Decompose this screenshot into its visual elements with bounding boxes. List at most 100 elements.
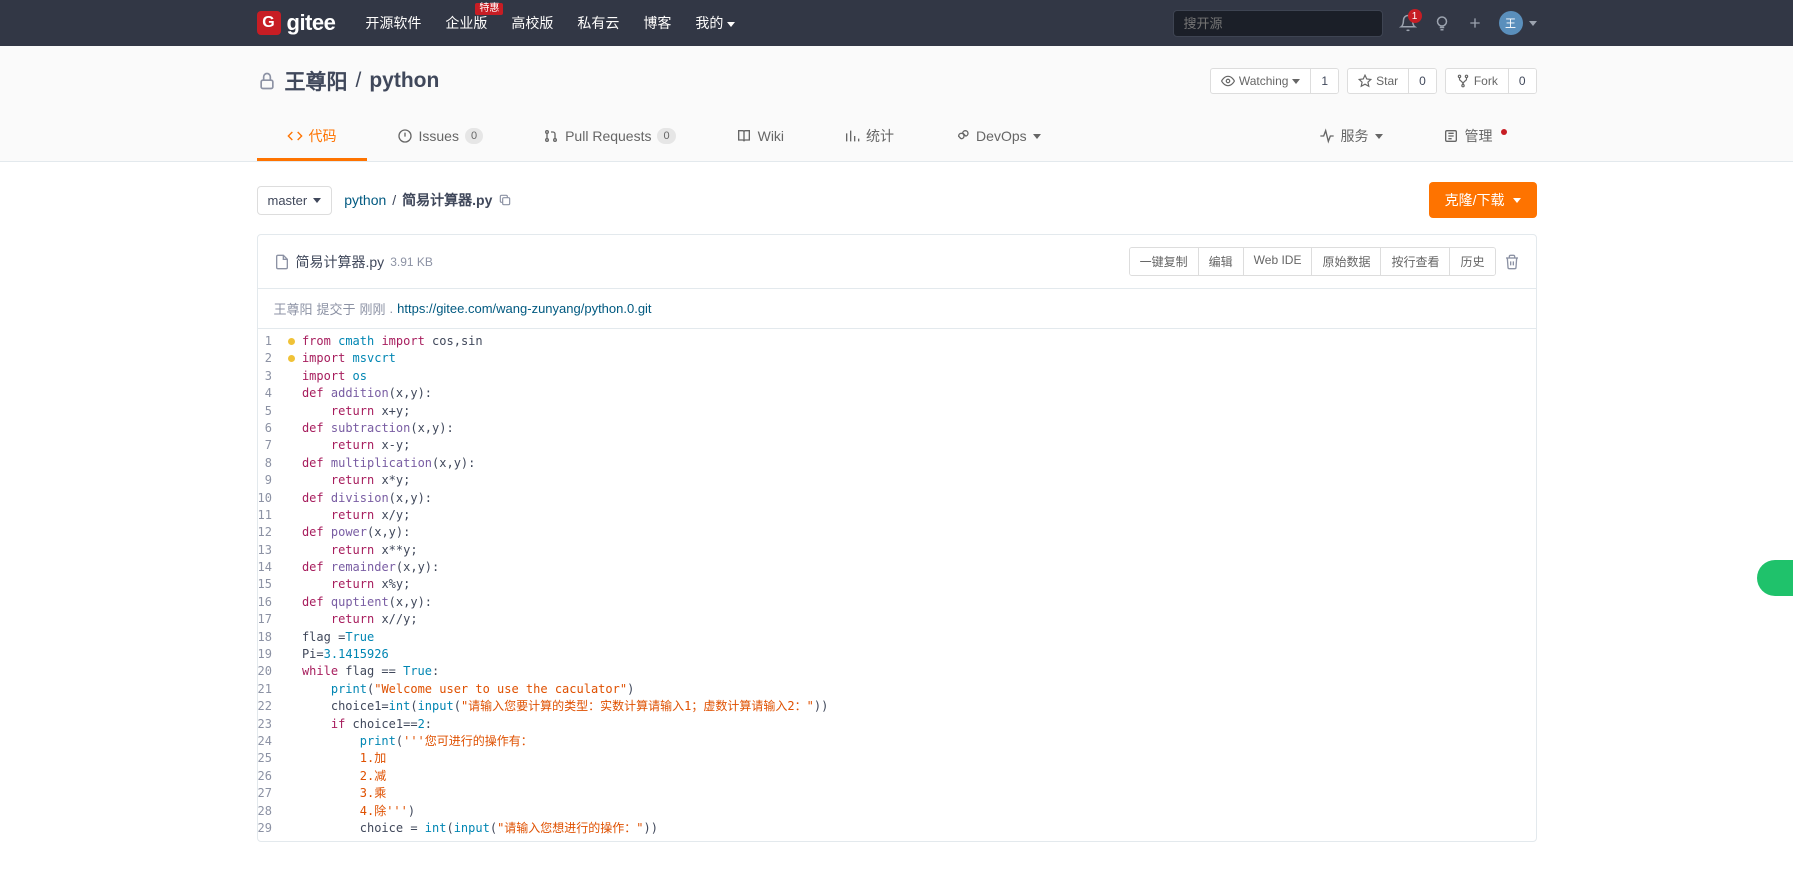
plus-icon[interactable] xyxy=(1467,15,1483,31)
tool-history[interactable]: 历史 xyxy=(1449,248,1494,275)
line-number[interactable]: 21 xyxy=(258,681,276,698)
code-line: from cmath import cos,sin xyxy=(286,333,1536,350)
nav-mine[interactable]: 我的 xyxy=(695,1,735,45)
chevron-down-icon xyxy=(1513,198,1521,203)
book-icon xyxy=(736,128,752,144)
code-line: def quptient(x,y): xyxy=(286,594,1536,611)
line-number[interactable]: 28 xyxy=(258,803,276,820)
chevron-down-icon xyxy=(1292,79,1300,84)
notifications-icon[interactable]: 1 xyxy=(1399,14,1417,32)
code-line: choice1=int(input("请输入您要计算的类型：实数计算请输入1；虚… xyxy=(286,698,1536,715)
line-number[interactable]: 13 xyxy=(258,542,276,559)
nav-private[interactable]: 私有云 xyxy=(577,1,619,45)
nav-enterprise[interactable]: 企业版 特惠 xyxy=(445,1,487,45)
tool-raw[interactable]: 原始数据 xyxy=(1311,248,1380,275)
copy-icon[interactable] xyxy=(498,193,512,207)
search-input[interactable] xyxy=(1173,10,1383,37)
line-number[interactable]: 19 xyxy=(258,646,276,663)
trash-icon[interactable] xyxy=(1504,254,1520,270)
line-number[interactable]: 23 xyxy=(258,716,276,733)
tab-service[interactable]: 服务 xyxy=(1289,114,1413,161)
tab-issues[interactable]: Issues0 xyxy=(367,114,514,161)
tab-wiki[interactable]: Wiki xyxy=(706,114,814,161)
line-number[interactable]: 10 xyxy=(258,490,276,507)
code-line: def power(x,y): xyxy=(286,524,1536,541)
tool-webide[interactable]: Web IDE xyxy=(1243,248,1312,275)
code-line: return x/y; xyxy=(286,507,1536,524)
line-number[interactable]: 9 xyxy=(258,472,276,489)
code-line: def remainder(x,y): xyxy=(286,559,1536,576)
breadcrumb-file: 简易计算器.py xyxy=(402,190,492,210)
tool-copy[interactable]: 一键复制 xyxy=(1130,248,1198,275)
notif-count-badge: 1 xyxy=(1408,9,1422,23)
nav-edu[interactable]: 高校版 xyxy=(511,1,553,45)
tab-code[interactable]: 代码 xyxy=(257,114,367,161)
path-separator: / xyxy=(356,69,362,93)
tab-stats[interactable]: 统计 xyxy=(814,114,924,161)
line-number[interactable]: 25 xyxy=(258,750,276,767)
repo-owner-link[interactable]: 王尊阳 xyxy=(285,66,348,96)
code-line: choice = int(input("请输入您想进行的操作：")) xyxy=(286,820,1536,837)
chevron-down-icon xyxy=(727,22,735,27)
feedback-fab[interactable] xyxy=(1757,560,1793,596)
line-number[interactable]: 5 xyxy=(258,403,276,420)
chevron-down-icon xyxy=(1529,21,1537,26)
code-line: while flag == True: xyxy=(286,663,1536,680)
line-number[interactable]: 27 xyxy=(258,785,276,802)
code-line: def subtraction(x,y): xyxy=(286,420,1536,437)
tool-edit[interactable]: 编辑 xyxy=(1198,248,1243,275)
tab-manage[interactable]: 管理 xyxy=(1413,114,1537,161)
code-line: Pi=3.1415926 xyxy=(286,646,1536,663)
line-number[interactable]: 4 xyxy=(258,385,276,402)
file-toolbar: 一键复制 编辑 Web IDE 原始数据 按行查看 历史 xyxy=(1129,247,1496,276)
line-number[interactable]: 6 xyxy=(258,420,276,437)
watch-button[interactable]: Watching 1 xyxy=(1210,68,1339,94)
code-content[interactable]: from cmath import cos,sinimport msvcrtim… xyxy=(286,329,1536,841)
pr-icon xyxy=(543,128,559,144)
tab-devops[interactable]: DevOps xyxy=(924,114,1071,161)
fork-button[interactable]: Fork 0 xyxy=(1445,68,1537,94)
line-number[interactable]: 17 xyxy=(258,611,276,628)
line-number[interactable]: 20 xyxy=(258,663,276,680)
branch-selector[interactable]: master xyxy=(257,186,333,215)
line-number[interactable]: 11 xyxy=(258,507,276,524)
code-line: import msvcrt xyxy=(286,350,1536,367)
code-line: def division(x,y): xyxy=(286,490,1536,507)
breadcrumb-root[interactable]: python xyxy=(344,192,386,208)
line-number[interactable]: 26 xyxy=(258,768,276,785)
code-line: flag =True xyxy=(286,629,1536,646)
line-number[interactable]: 24 xyxy=(258,733,276,750)
commit-url-link[interactable]: https://gitee.com/wang-zunyang/python.0.… xyxy=(397,301,651,316)
line-number[interactable]: 3 xyxy=(258,368,276,385)
line-number[interactable]: 2 xyxy=(258,350,276,367)
line-number[interactable]: 16 xyxy=(258,594,276,611)
line-number[interactable]: 18 xyxy=(258,629,276,646)
chevron-down-icon xyxy=(313,198,321,203)
line-number[interactable]: 12 xyxy=(258,524,276,541)
line-number[interactable]: 14 xyxy=(258,559,276,576)
line-number[interactable]: 8 xyxy=(258,455,276,472)
code-viewer: 1234567891011121314151617181920212223242… xyxy=(258,329,1536,841)
repo-name-link[interactable]: python xyxy=(369,69,439,93)
line-number[interactable]: 7 xyxy=(258,437,276,454)
tool-blame[interactable]: 按行查看 xyxy=(1380,248,1449,275)
tab-pr[interactable]: Pull Requests0 xyxy=(513,114,706,161)
line-number[interactable]: 22 xyxy=(258,698,276,715)
user-menu[interactable]: 王 xyxy=(1499,11,1537,35)
line-number[interactable]: 15 xyxy=(258,576,276,593)
line-number[interactable]: 1 xyxy=(258,333,276,350)
issues-count: 0 xyxy=(465,128,483,144)
bulb-icon[interactable] xyxy=(1433,14,1451,32)
logo-link[interactable]: G gitee xyxy=(257,10,336,36)
commit-time: 刚刚 xyxy=(360,299,386,318)
nav-opensource[interactable]: 开源软件 xyxy=(365,1,421,45)
nav-blog[interactable]: 博客 xyxy=(643,1,671,45)
clone-download-button[interactable]: 克隆/下载 xyxy=(1429,182,1537,218)
star-button[interactable]: Star 0 xyxy=(1347,68,1437,94)
breadcrumb: python / 简易计算器.py xyxy=(344,190,512,210)
nav-enterprise-label: 企业版 xyxy=(445,15,487,31)
lint-warning-icon xyxy=(288,338,295,345)
lock-icon xyxy=(257,71,277,91)
code-line: def addition(x,y): xyxy=(286,385,1536,402)
line-number[interactable]: 29 xyxy=(258,820,276,837)
